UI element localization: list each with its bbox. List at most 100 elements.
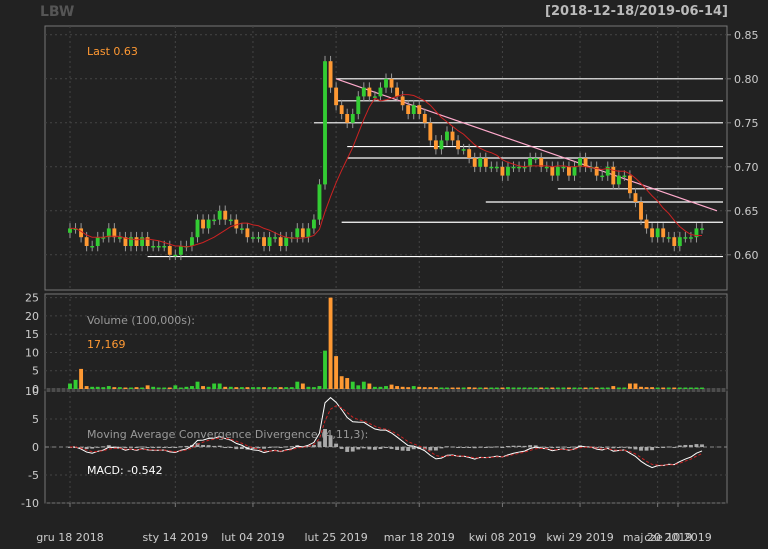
volume-bar (445, 387, 449, 389)
macd-histogram-bar (467, 447, 472, 448)
macd-histogram-bar (600, 447, 605, 448)
volume-bar (251, 387, 255, 389)
candle-body (117, 237, 122, 239)
volume-tick-label: 10 (25, 346, 39, 359)
volume-bar (533, 387, 538, 389)
volume-bar (633, 383, 638, 389)
macd-tick-label: 10 (25, 385, 39, 398)
candle-body (245, 228, 250, 238)
macd-histogram-bar (456, 447, 461, 448)
candle-body (422, 114, 427, 123)
candle-body (433, 140, 438, 150)
x-axis-label: gru 18 2018 (36, 531, 103, 544)
macd-histogram-bar (478, 446, 483, 448)
macd-histogram-bar (672, 446, 677, 448)
volume-bar (178, 387, 183, 389)
macd-histogram-bar (256, 447, 261, 449)
macd-histogram-bar (461, 447, 466, 448)
macd-histogram-bar (228, 447, 233, 448)
volume-bar (384, 386, 388, 389)
macd-histogram-bar (134, 447, 139, 448)
volume-bar (578, 387, 582, 389)
volume-bar (550, 387, 555, 389)
volume-bar (655, 387, 660, 389)
candle-body (190, 237, 194, 246)
volume-bar (201, 386, 205, 389)
volume-tick-label: 15 (25, 328, 39, 341)
macd-tick-label: -10 (21, 497, 39, 510)
macd-histogram-bar (511, 445, 516, 447)
macd-histogram-bar (639, 447, 643, 451)
macd-histogram-bar (472, 447, 477, 449)
volume-value: 17,169 (87, 338, 126, 351)
macd-histogram-bar (84, 447, 89, 450)
volume-bar (339, 376, 344, 389)
volume-bar (616, 387, 621, 389)
macd-histogram-bar (544, 447, 549, 448)
candle-body (400, 96, 405, 106)
candle-body (683, 237, 688, 239)
macd-histogram-bar (555, 446, 560, 448)
macd-histogram-bar (406, 447, 411, 451)
candle-body (278, 237, 283, 246)
volume-bar (90, 386, 95, 389)
volume-bar (256, 387, 261, 389)
candle-body (450, 131, 455, 141)
volume-bar (162, 387, 167, 389)
volume-bar (228, 386, 233, 389)
volume-bar (217, 383, 222, 389)
price-tick-label: 0.75 (734, 117, 759, 130)
candle-body (212, 219, 217, 222)
candle-body (339, 105, 344, 114)
candle-body (550, 166, 555, 176)
macd-histogram-bar (677, 445, 682, 447)
volume-bar (539, 387, 544, 389)
volume-bar (95, 386, 100, 389)
x-axis-label: kwi 29 2019 (546, 531, 613, 544)
volume-bar (494, 387, 499, 389)
candle-body (195, 219, 200, 238)
candle-body (356, 96, 361, 114)
volume-bar (234, 387, 239, 389)
macd-histogram-bar (700, 444, 704, 447)
macd-histogram-bar (278, 447, 283, 448)
volume-bar (517, 387, 521, 389)
macd-histogram-bar (90, 447, 95, 449)
volume-bar (433, 387, 438, 389)
volume-bar (378, 386, 383, 389)
macd-histogram-bar (267, 447, 272, 448)
x-axis-label: cze 10 2019 (644, 531, 712, 544)
macd-histogram-bar (633, 447, 638, 450)
macd-histogram-bar (389, 447, 394, 449)
macd-histogram-bar (140, 446, 145, 448)
macd-histogram-bar (123, 447, 128, 449)
volume-bar (129, 387, 133, 389)
volume-bar (112, 387, 117, 389)
macd-histogram-bar (212, 445, 217, 447)
volume-bar (594, 387, 599, 389)
macd-tick-label: 5 (32, 413, 39, 426)
candle-body (367, 87, 372, 97)
volume-bar (372, 386, 377, 389)
candle-body (517, 166, 521, 169)
last-price-label: Last 0.63 (87, 45, 138, 58)
volume-bar (600, 387, 605, 389)
macd-histogram-bar (273, 446, 278, 448)
macd-histogram-bar (517, 445, 521, 447)
volume-bar (561, 387, 566, 389)
candle-body (555, 166, 560, 176)
macd-histogram-bar (644, 447, 649, 451)
volume-bar (483, 387, 488, 389)
volume-bar (317, 386, 322, 389)
candle-body (533, 158, 538, 160)
volume-bar (406, 387, 411, 389)
candle-body (378, 87, 383, 97)
volume-bar (367, 383, 372, 389)
macd-histogram-bar (317, 441, 322, 447)
volume-bar (195, 381, 200, 389)
macd-histogram-bar (311, 445, 316, 447)
candle-body (428, 122, 433, 141)
macd-histogram-bar (350, 447, 355, 452)
price-tick-label: 0.65 (734, 205, 759, 218)
macd-histogram-bar (178, 446, 183, 448)
